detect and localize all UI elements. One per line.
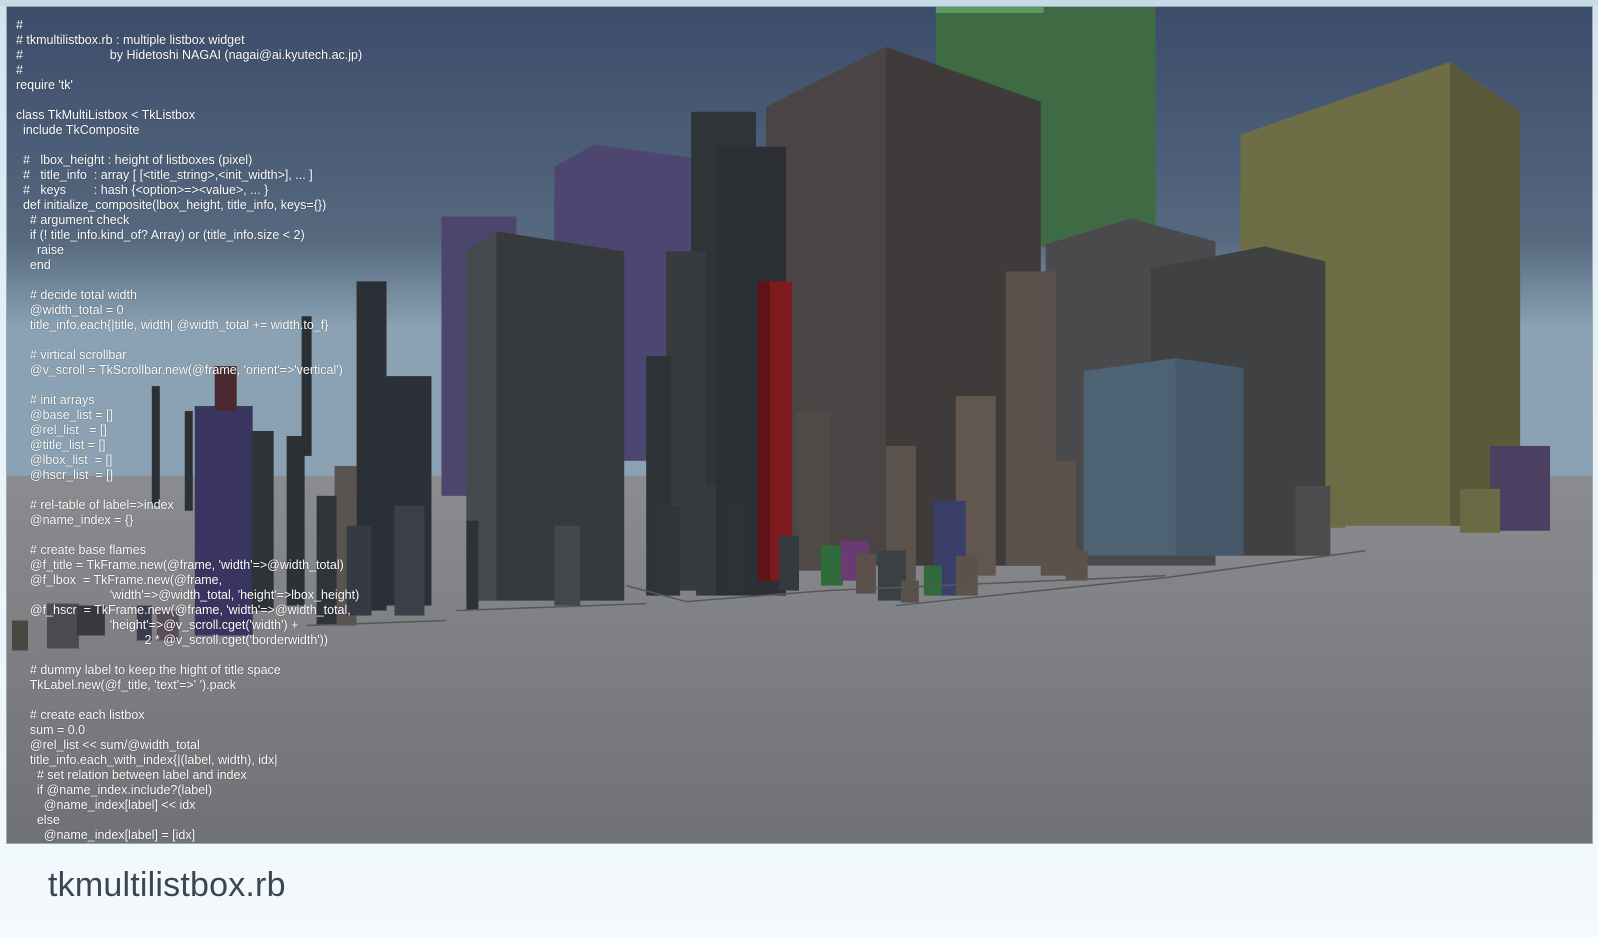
code-line: def initialize_composite(lbox_height, ti…	[16, 198, 327, 212]
code-listing: # # tkmultilistbox.rb : multiple listbox …	[16, 18, 363, 844]
code-line: 'width'=>@width_total, 'height'=>lbox_he…	[16, 588, 360, 602]
code-line: 2 * @v_scroll.cget('borderwidth'))	[16, 633, 328, 647]
code-line: raise	[16, 243, 64, 257]
code-line: # create each listbox	[16, 708, 145, 722]
blue-block	[1083, 358, 1244, 556]
code-line: end	[16, 843, 362, 844]
code-line: # set relation between label and index	[16, 768, 247, 782]
code-line: # virtical scrollbar	[16, 348, 127, 362]
code-line: # decide total width	[16, 288, 137, 302]
code-line: include TkComposite	[16, 123, 140, 137]
code-line: # argument check	[16, 213, 130, 227]
code-line: @base_list = []	[16, 408, 114, 422]
code-line: if @name_index.include?(label)	[16, 783, 213, 797]
code-line: #	[16, 63, 23, 77]
code-line: @name_index = {}	[16, 513, 134, 527]
code-line: @f_lbox = TkFrame.new(@frame,	[16, 573, 223, 587]
3d-viewport[interactable]: # # tkmultilistbox.rb : multiple listbox …	[6, 6, 1593, 844]
code-line: class TkMultiListbox < TkListbox	[16, 108, 196, 122]
code-line: title_info.each_with_index{|(label, widt…	[16, 753, 278, 767]
code-line: title_info.each{|title, width| @width_to…	[16, 318, 329, 332]
code-line: # by Hidetoshi NAGAI (nagai@ai.kyutech.a…	[16, 48, 363, 62]
code-line: @f_hscr = TkFrame.new(@frame, 'width'=>@…	[16, 603, 351, 617]
code-line: # keys : hash {<option>=><value>, ... }	[16, 183, 269, 197]
code-line: # lbox_height : height of listboxes (pix…	[16, 153, 253, 167]
window-caption: tkmultilistbox.rb	[48, 866, 286, 904]
code-line: require 'tk'	[16, 78, 73, 92]
code-line: # create base flames	[16, 543, 146, 557]
code-line: @name_index[label] = [idx]	[16, 828, 196, 842]
code-line: sum = 0.0	[16, 723, 86, 737]
code-line: @title_list = []	[16, 438, 106, 452]
code-line: # dummy label to keep the hight of title…	[16, 663, 281, 677]
code-line: TkLabel.new(@f_title, 'text'=>' ').pack	[16, 678, 237, 692]
code-line: 'height'=>@v_scroll.cget('width') +	[16, 618, 299, 632]
code-line: # title_info : array [ [<title_string>,<…	[16, 168, 313, 182]
code-line: @width_total = 0	[16, 303, 124, 317]
code-line: @rel_list << sum/@width_total	[16, 738, 200, 752]
code-line: # tkmultilistbox.rb : multiple listbox w…	[16, 33, 245, 47]
code-line: else	[16, 813, 60, 827]
code-line: # rel-table of label=>index	[16, 498, 174, 512]
code-line: @hscr_list = []	[16, 468, 114, 482]
code-line: @name_index[label] << idx	[16, 798, 196, 812]
code-line: @lbox_list = []	[16, 453, 113, 467]
code-line: @f_title = TkFrame.new(@frame, 'width'=>…	[16, 558, 344, 572]
code-line: @rel_list = []	[16, 423, 107, 437]
dark-tower-center	[466, 231, 625, 601]
code-line: end	[16, 258, 51, 272]
code-line: #	[16, 18, 23, 32]
code-line: @v_scroll = TkScrollbar.new(@frame, 'ori…	[16, 363, 343, 377]
code-line: if (! title_info.kind_of? Array) or (tit…	[16, 228, 305, 242]
code-line: # init arrays	[16, 393, 95, 407]
